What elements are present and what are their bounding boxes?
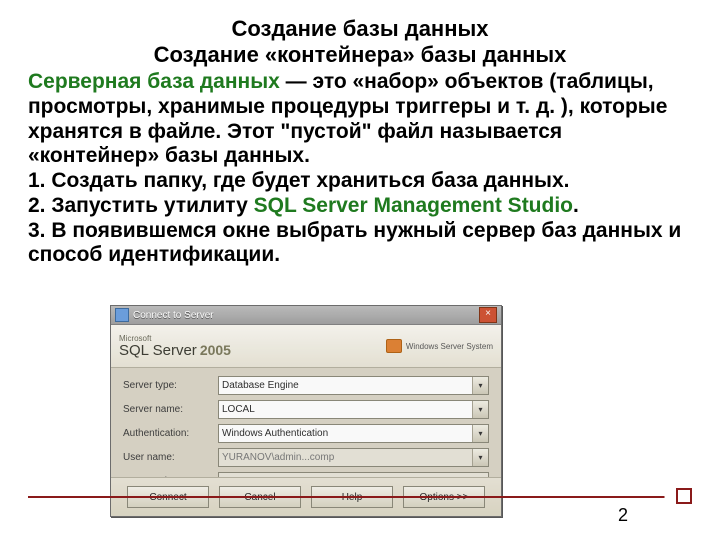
footer-divider	[28, 496, 720, 498]
brand-name: SQL Server	[119, 343, 197, 358]
chevron-down-icon[interactable]: ▾	[472, 377, 488, 394]
intro-paragraph: Серверная база данных — это «набор» объе…	[28, 70, 692, 169]
step-1: 1. Создать папку, где будет храниться ба…	[28, 169, 692, 194]
connect-to-server-dialog: Connect to Server × Microsoft SQL Server…	[110, 305, 502, 517]
chevron-down-icon: ▾	[472, 449, 488, 466]
user-name-field: YURANOV\admin...comp ▾	[218, 448, 489, 467]
label-server-name: Server name:	[123, 404, 218, 415]
label-user-name: User name:	[123, 452, 218, 463]
windows-flag-icon	[386, 339, 402, 353]
term-ssms: SQL Server Management Studio	[254, 194, 573, 217]
dialog-header: Microsoft SQL Server 2005 Windows Server…	[111, 325, 501, 368]
windows-server-system: Windows Server System	[386, 339, 493, 353]
label-server-type: Server type:	[123, 380, 218, 391]
title-line-2: Создание «контейнера» базы данных	[28, 42, 692, 68]
brand-year: 2005	[200, 343, 231, 357]
label-authentication: Authentication:	[123, 428, 218, 439]
title-line-1: Создание базы данных	[28, 16, 692, 42]
chevron-down-icon[interactable]: ▾	[472, 401, 488, 418]
app-icon	[115, 308, 129, 322]
page-number: 2	[618, 505, 628, 526]
step-2: 2. Запустить утилиту SQL Server Manageme…	[28, 194, 692, 219]
step-3: 3. В появившемся окне выбрать нужный сер…	[28, 219, 692, 269]
steps-list: 1. Создать папку, где будет храниться ба…	[28, 169, 692, 268]
close-icon[interactable]: ×	[479, 307, 497, 323]
dialog-title: Connect to Server	[133, 310, 479, 321]
server-type-select[interactable]: Database Engine ▾	[218, 376, 489, 395]
authentication-select[interactable]: Windows Authentication ▾	[218, 424, 489, 443]
chevron-down-icon[interactable]: ▾	[472, 425, 488, 442]
server-name-select[interactable]: LOCAL ▾	[218, 400, 489, 419]
brand-block: Microsoft SQL Server 2005	[119, 335, 231, 358]
term-server-db: Серверная база данных	[28, 70, 280, 93]
dialog-titlebar[interactable]: Connect to Server ×	[111, 306, 501, 325]
footer-square-icon	[676, 488, 692, 504]
